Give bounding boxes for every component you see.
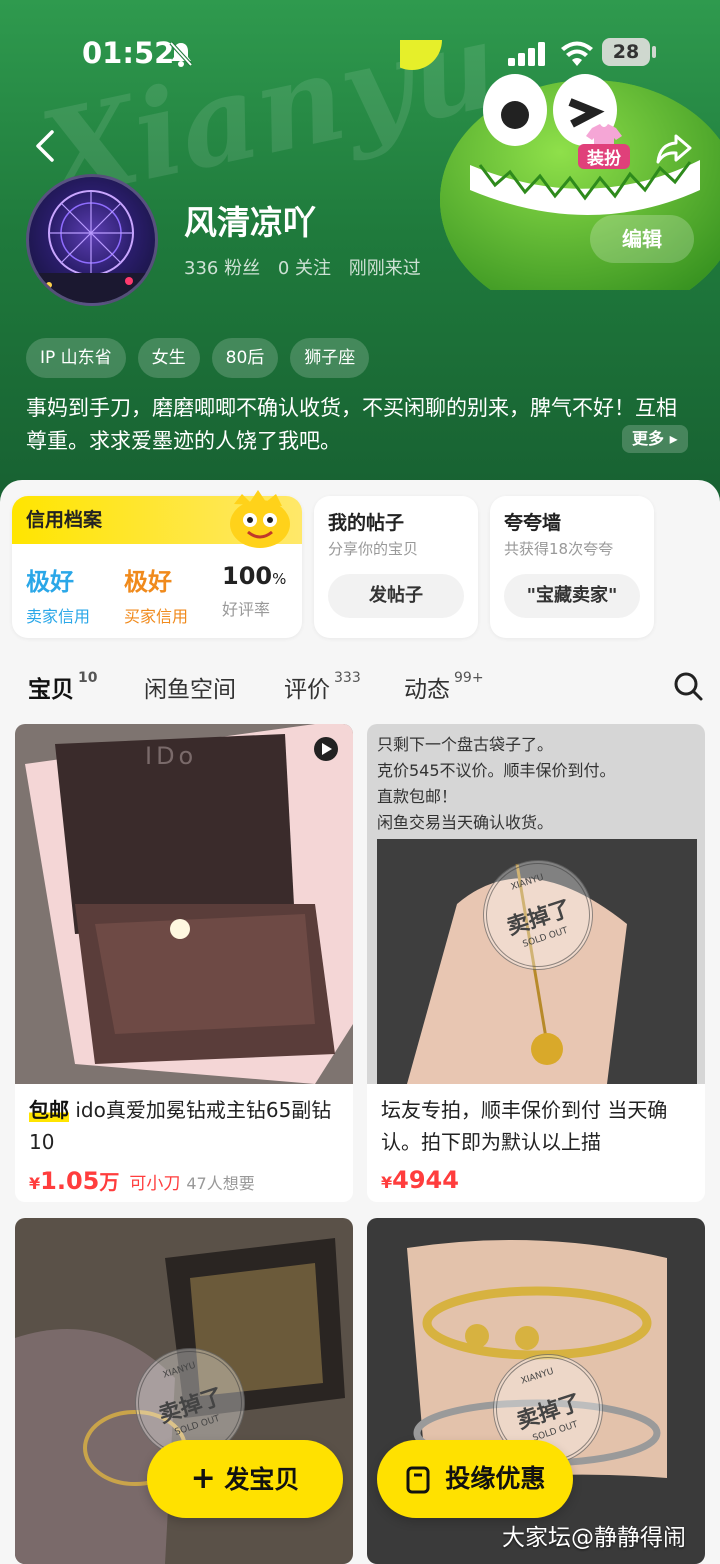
triangle-right-icon: ▸ — [669, 429, 678, 448]
profile-tags: IP 山东省 女生 80后 狮子座 — [26, 338, 370, 378]
tab-reviews-label: 评价 — [284, 677, 330, 703]
currency-symbol: ¥ — [381, 1173, 393, 1192]
my-posts-title: 我的帖子 — [328, 512, 405, 534]
good-rate-label: 好评率 — [222, 600, 271, 619]
dress-up-label: 装扮 — [578, 144, 630, 169]
status-bar: 01:52 28 — [0, 30, 720, 80]
battery-tip — [652, 46, 656, 58]
credit-mascot-icon — [230, 490, 290, 548]
tab-items[interactable]: 宝贝 10 — [28, 670, 97, 704]
image-caption-line-3: 直款包邮！ — [377, 787, 457, 806]
username: 风清凉吖 — [184, 203, 316, 242]
status-time: 01:52 — [82, 36, 175, 70]
profile-tabs: 宝贝 10 闲鱼空间 评价 333 动态 99+ — [28, 670, 708, 718]
my-posts-subtitle: 分享你的宝贝 — [328, 540, 419, 558]
edit-profile-button[interactable]: 编辑 — [590, 215, 694, 263]
search-icon[interactable] — [672, 670, 704, 702]
tab-items-count: 10 — [78, 670, 98, 686]
last-seen: 刚刚来过 — [348, 258, 421, 279]
dress-up-button[interactable]: 装扮 — [578, 124, 630, 172]
product-price: ¥1.05万 可小刀 47人想要 — [29, 1166, 255, 1195]
price-value: 4944 — [392, 1166, 459, 1194]
good-rate-value: 100 — [222, 562, 273, 590]
tab-activity-label: 动态 — [404, 677, 450, 703]
coupon-icon — [406, 1466, 430, 1494]
seller-credit: 极好 卖家信用 — [26, 562, 90, 627]
product-title-text: ido真爱加冕钻戒主钻65副钻10 — [29, 1098, 332, 1154]
back-arrow-icon[interactable] — [28, 126, 60, 166]
cellular-signal-icon — [508, 42, 545, 66]
my-posts-card[interactable]: 我的帖子 分享你的宝贝 发帖子 — [314, 496, 478, 638]
wifi-icon — [561, 41, 593, 66]
negotiable-tag: 可小刀 — [129, 1174, 181, 1194]
profile-stats: 336 粉丝 0 关注 刚刚来过 — [184, 254, 433, 280]
want-count: 47人想要 — [186, 1174, 255, 1193]
following-count[interactable]: 0 关注 — [278, 258, 331, 279]
tab-space-label: 闲鱼空间 — [144, 677, 236, 703]
tag-zodiac: 狮子座 — [290, 338, 370, 378]
buyer-credit-label: 买家信用 — [124, 607, 189, 626]
share-icon[interactable] — [654, 128, 694, 168]
tab-activity[interactable]: 动态 99+ — [404, 670, 484, 704]
buyer-credit-rating: 极好 — [124, 568, 172, 596]
image-caption-line-4: 闲鱼交易当天确认收货。 — [377, 813, 553, 832]
currency-symbol: ¥ — [29, 1174, 41, 1193]
tab-items-label: 宝贝 — [28, 677, 74, 703]
seller-credit-rating: 极好 — [26, 568, 74, 596]
mute-bell-icon — [169, 41, 193, 67]
praise-wall-subtitle: 共获得18次夸夸 — [504, 540, 614, 558]
tag-gender: 女生 — [137, 338, 200, 378]
bio-more-button[interactable]: 更多 ▸ — [622, 425, 688, 453]
image-caption-line-1: 只剩下一个盘古袋子了。 — [377, 735, 553, 754]
battery-indicator: 28 — [602, 38, 650, 66]
tag-ip-location: IP 山东省 — [26, 338, 126, 378]
tab-activity-count: 99+ — [454, 670, 484, 686]
praise-wall-title: 夸夸墙 — [504, 512, 562, 534]
forum-watermark: 大家坛@静静得闹 — [502, 1525, 686, 1551]
tab-reviews[interactable]: 评价 333 — [284, 670, 361, 704]
ring-box-image: IDo — [15, 724, 353, 1084]
good-rate: 100% 好评率 — [222, 562, 286, 620]
good-rate-unit: % — [272, 570, 287, 588]
plus-icon: + — [190, 1461, 216, 1496]
seller-credit-label: 卖家信用 — [26, 607, 91, 626]
avatar[interactable] — [26, 174, 158, 306]
product-title: 坛友专拍，顺丰保价到付 当天确认。拍下即为默认以上描 — [381, 1098, 668, 1154]
profile-bio: 事妈到手刀，磨磨唧唧不确认收货，不买闲聊的别来，脾气不好！互相尊重。求求爱墨迹的… — [26, 396, 677, 453]
promo-discount-label: 投缘优惠 — [445, 1464, 546, 1493]
product-title: 包邮 ido真爱加冕钻戒主钻65副钻10 — [29, 1094, 345, 1158]
praise-wall-card[interactable]: 夸夸墙 共获得18次夸夸 "宝藏卖家" — [490, 496, 654, 638]
bio-more-label: 更多 — [632, 429, 665, 448]
price-unit: 万 — [99, 1170, 120, 1194]
fans-count[interactable]: 336 粉丝 — [184, 258, 260, 279]
post-item-label: 发宝贝 — [224, 1465, 300, 1494]
tab-space[interactable]: 闲鱼空间 — [144, 670, 236, 704]
tag-generation: 80后 — [211, 338, 279, 378]
post-item-button[interactable]: + 发宝贝 — [147, 1440, 343, 1518]
product-price: ¥4944 — [381, 1166, 459, 1194]
price-value: 1.05 — [40, 1167, 100, 1195]
buyer-credit: 极好 买家信用 — [124, 562, 188, 627]
promo-discount-button[interactable]: 投缘优惠 — [377, 1440, 573, 1518]
ring-box-logo: IDo — [145, 742, 197, 770]
tab-reviews-count: 333 — [334, 670, 361, 686]
praise-wall-badge[interactable]: "宝藏卖家" — [504, 574, 640, 618]
free-shipping-badge: 包邮 — [29, 1098, 69, 1122]
create-post-button[interactable]: 发帖子 — [328, 574, 464, 618]
image-caption-line-2: 克价545不议价。顺丰保价到付。 — [377, 761, 616, 780]
avatar-ferris-wheel-image — [29, 190, 155, 303]
product-card[interactable]: IDo 包邮 ido真爱加冕钻戒主钻65副钻10 ¥1.05万 可小刀 47人想要 — [15, 724, 353, 1202]
product-card[interactable]: 只剩下一个盘古袋子了。 克价545不议价。顺丰保价到付。 直款包邮！ 闲鱼交易当… — [367, 724, 705, 1202]
